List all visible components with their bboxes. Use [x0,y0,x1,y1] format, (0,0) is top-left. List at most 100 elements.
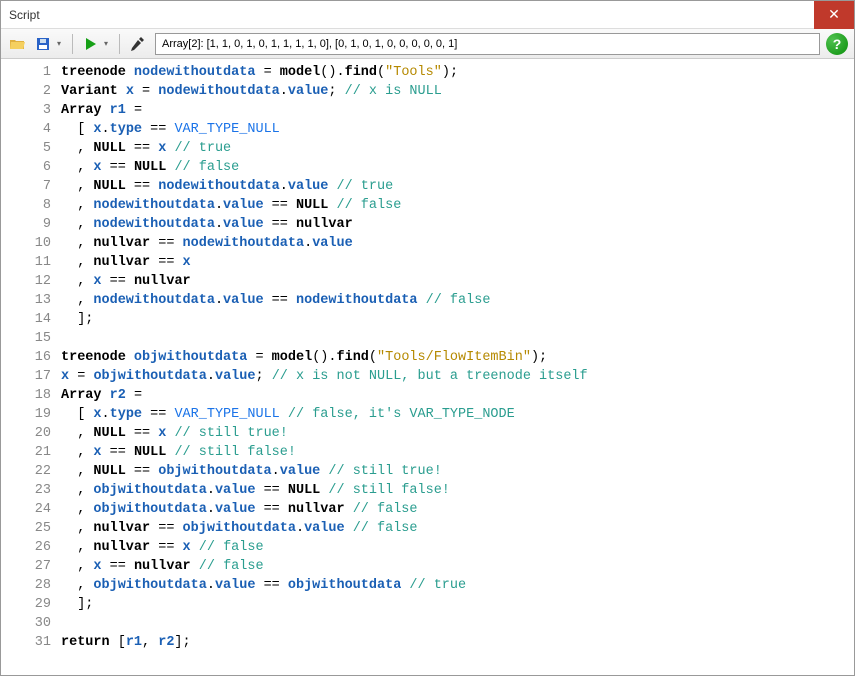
code-content[interactable]: Array r2 = [61,386,854,405]
code-line[interactable]: 18Array r2 = [1,386,854,405]
code-content[interactable]: , nodewithoutdata.value == nullvar [61,215,854,234]
save-dropdown[interactable]: ▾ [57,39,67,48]
line-number: 16 [1,348,61,367]
code-content[interactable]: treenode objwithoutdata = model().find("… [61,348,854,367]
code-content[interactable]: x = objwithoutdata.value; // x is not NU… [61,367,854,386]
code-line[interactable]: 29 ]; [1,595,854,614]
separator [72,34,73,54]
code-content[interactable]: , x == NULL // false [61,158,854,177]
line-number: 21 [1,443,61,462]
code-line[interactable]: 26 , nullvar == x // false [1,538,854,557]
run-icon [83,37,97,51]
code-line[interactable]: 1treenode nodewithoutdata = model().find… [1,63,854,82]
code-line[interactable]: 4 [ x.type == VAR_TYPE_NULL [1,120,854,139]
line-number: 22 [1,462,61,481]
code-content[interactable]: , nullvar == x [61,253,854,272]
code-content[interactable]: , NULL == x // true [61,139,854,158]
line-number: 17 [1,367,61,386]
line-number: 23 [1,481,61,500]
window-titlebar: Script ✕ [1,1,854,29]
line-number: 18 [1,386,61,405]
code-content[interactable]: , nullvar == x // false [61,538,854,557]
eyedropper-icon [129,36,145,52]
code-content[interactable]: , objwithoutdata.value == nullvar // fal… [61,500,854,519]
line-number: 20 [1,424,61,443]
code-line[interactable]: 15 [1,329,854,348]
line-number: 15 [1,329,61,348]
code-line[interactable]: 8 , nodewithoutdata.value == NULL // fal… [1,196,854,215]
code-line[interactable]: 31return [r1, r2]; [1,633,854,652]
code-line[interactable]: 20 , NULL == x // still true! [1,424,854,443]
code-content[interactable]: , nodewithoutdata.value == nodewithoutda… [61,291,854,310]
code-line[interactable]: 28 , objwithoutdata.value == objwithoutd… [1,576,854,595]
code-content[interactable]: [ x.type == VAR_TYPE_NULL // false, it's… [61,405,854,424]
code-content[interactable]: ]; [61,310,854,329]
code-line[interactable]: 9 , nodewithoutdata.value == nullvar [1,215,854,234]
code-line[interactable]: 24 , objwithoutdata.value == nullvar // … [1,500,854,519]
code-line[interactable]: 7 , NULL == nodewithoutdata.value // tru… [1,177,854,196]
code-content[interactable]: , objwithoutdata.value == objwithoutdata… [61,576,854,595]
code-line[interactable]: 2Variant x = nodewithoutdata.value; // x… [1,82,854,101]
close-icon: ✕ [828,6,840,23]
code-content[interactable]: , x == nullvar // false [61,557,854,576]
line-number: 1 [1,63,61,82]
code-content[interactable]: , objwithoutdata.value == NULL // still … [61,481,854,500]
code-content[interactable]: , nullvar == objwithoutdata.value // fal… [61,519,854,538]
line-number: 24 [1,500,61,519]
code-content[interactable]: [ x.type == VAR_TYPE_NULL [61,120,854,139]
code-line[interactable]: 17x = objwithoutdata.value; // x is not … [1,367,854,386]
code-content[interactable]: return [r1, r2]; [61,633,854,652]
code-editor[interactable]: 1treenode nodewithoutdata = model().find… [1,59,854,675]
code-line[interactable]: 22 , NULL == objwithoutdata.value // sti… [1,462,854,481]
code-line[interactable]: 27 , x == nullvar // false [1,557,854,576]
line-number: 29 [1,595,61,614]
code-content[interactable]: , x == nullvar [61,272,854,291]
sample-button[interactable] [125,32,149,56]
line-number: 11 [1,253,61,272]
code-content[interactable]: , x == NULL // still false! [61,443,854,462]
line-number: 30 [1,614,61,633]
code-line[interactable]: 3Array r1 = [1,101,854,120]
code-line[interactable]: 19 [ x.type == VAR_TYPE_NULL // false, i… [1,405,854,424]
code-content[interactable]: , nodewithoutdata.value == NULL // false [61,196,854,215]
line-number: 27 [1,557,61,576]
code-line[interactable]: 30 [1,614,854,633]
code-content[interactable]: Array r1 = [61,101,854,120]
code-content[interactable]: Variant x = nodewithoutdata.value; // x … [61,82,854,101]
help-icon: ? [833,36,842,52]
run-button[interactable] [78,32,102,56]
line-number: 25 [1,519,61,538]
line-number: 13 [1,291,61,310]
code-content[interactable]: , nullvar == nodewithoutdata.value [61,234,854,253]
code-line[interactable]: 13 , nodewithoutdata.value == nodewithou… [1,291,854,310]
code-line[interactable]: 10 , nullvar == nodewithoutdata.value [1,234,854,253]
toolbar: ▾ ▾ ? [1,29,854,59]
code-line[interactable]: 14 ]; [1,310,854,329]
code-content[interactable]: treenode nodewithoutdata = model().find(… [61,63,854,82]
code-line[interactable]: 25 , nullvar == objwithoutdata.value // … [1,519,854,538]
help-button[interactable]: ? [826,33,848,55]
close-button[interactable]: ✕ [814,1,854,29]
run-dropdown[interactable]: ▾ [104,39,114,48]
line-number: 14 [1,310,61,329]
code-content[interactable]: , NULL == nodewithoutdata.value // true [61,177,854,196]
open-button[interactable] [5,32,29,56]
save-button[interactable] [31,32,55,56]
code-content[interactable] [61,329,854,348]
code-content[interactable] [61,614,854,633]
result-field[interactable] [155,33,820,55]
code-line[interactable]: 6 , x == NULL // false [1,158,854,177]
code-content[interactable]: ]; [61,595,854,614]
code-line[interactable]: 11 , nullvar == x [1,253,854,272]
line-number: 8 [1,196,61,215]
line-number: 9 [1,215,61,234]
code-line[interactable]: 16treenode objwithoutdata = model().find… [1,348,854,367]
line-number: 4 [1,120,61,139]
code-line[interactable]: 23 , objwithoutdata.value == NULL // sti… [1,481,854,500]
code-line[interactable]: 21 , x == NULL // still false! [1,443,854,462]
line-number: 31 [1,633,61,652]
code-line[interactable]: 5 , NULL == x // true [1,139,854,158]
code-content[interactable]: , NULL == objwithoutdata.value // still … [61,462,854,481]
code-content[interactable]: , NULL == x // still true! [61,424,854,443]
code-line[interactable]: 12 , x == nullvar [1,272,854,291]
